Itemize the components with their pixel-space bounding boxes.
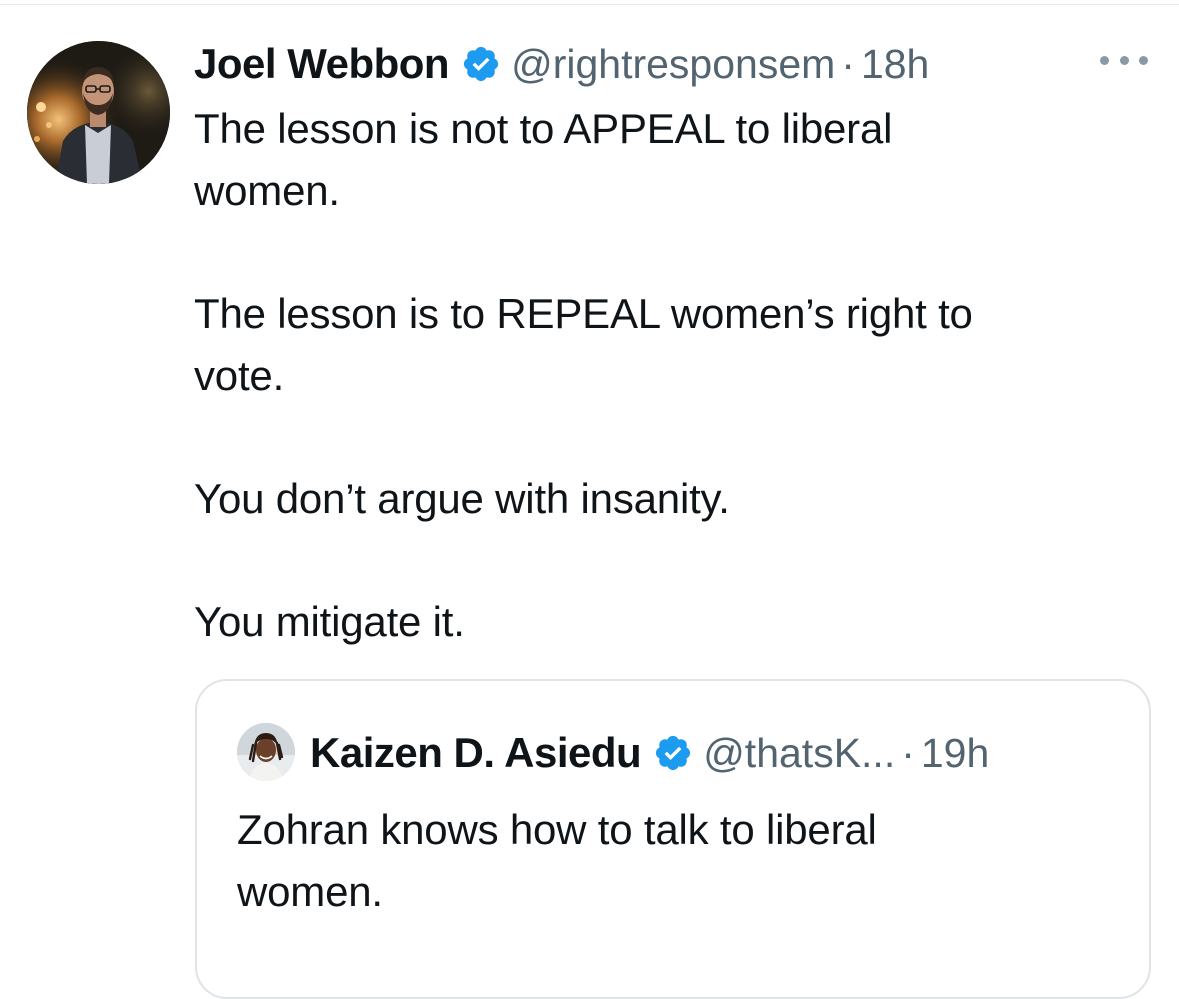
verified-badge-icon[interactable] <box>653 733 693 773</box>
tweet-text-line: The lesson is to REPEAL women’s right to <box>194 290 973 337</box>
quote-timestamp[interactable]: 19h <box>921 730 989 777</box>
quote-author-avatar[interactable] <box>237 723 295 781</box>
more-dot <box>1100 55 1109 65</box>
author-name[interactable]: Joel Webbon <box>194 40 450 88</box>
verified-badge-icon[interactable] <box>461 44 501 84</box>
quote-author-name[interactable]: Kaizen D. Asiedu <box>310 729 642 777</box>
top-divider <box>0 4 1179 5</box>
tweet-text-line: vote. <box>194 352 285 399</box>
tweet-text-line: You mitigate it. <box>194 598 465 645</box>
more-dot <box>1139 55 1148 65</box>
header-separator: · <box>841 40 855 87</box>
author-avatar[interactable] <box>27 41 170 184</box>
quote-text-line: women. <box>237 868 383 915</box>
quote-author-handle[interactable]: @thatsK... <box>703 730 895 777</box>
tweet-timestamp[interactable]: 18h <box>861 41 929 88</box>
more-dot <box>1119 55 1129 65</box>
quoted-tweet-card[interactable]: Kaizen D. Asiedu @thatsK... · 19h Zohran… <box>195 679 1151 999</box>
tweet-text-line: women. <box>194 167 340 214</box>
quote-text-line: Zohran knows how to talk to liberal <box>237 806 877 853</box>
author-handle[interactable]: @rightresponsem <box>511 41 835 88</box>
more-options-icon[interactable] <box>1100 50 1148 70</box>
quote-header-separator: · <box>901 729 915 776</box>
profile-photo-icon <box>237 723 295 781</box>
profile-photo-icon <box>27 41 170 184</box>
tweet-text-line: The lesson is not to APPEAL to liberal <box>194 105 893 152</box>
tweet-text-line: You don’t argue with insanity. <box>194 475 730 522</box>
tweet-header: Joel Webbon @rightresponsem · 18h <box>194 40 929 88</box>
quote-header: Kaizen D. Asiedu @thatsK... · 19h <box>310 725 989 781</box>
